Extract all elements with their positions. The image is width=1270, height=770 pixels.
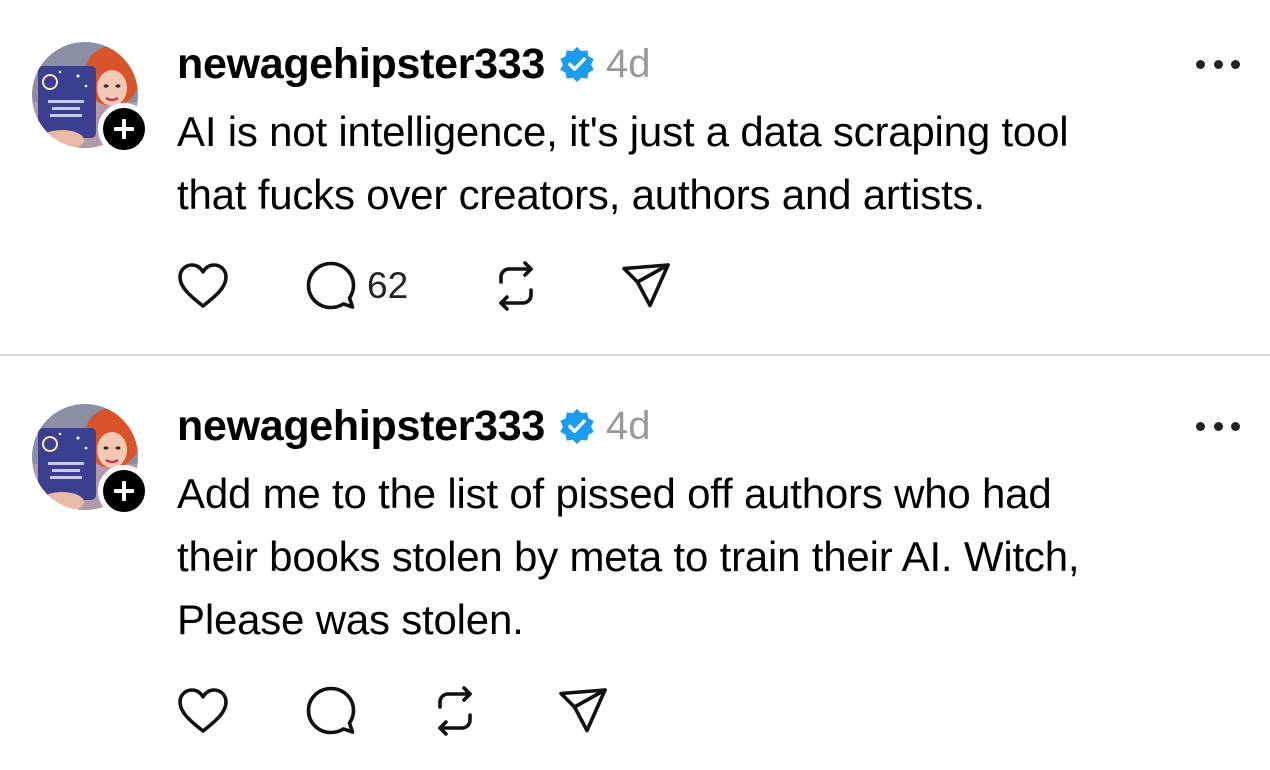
post-body: AI is not intelligence, it's just a data… [177, 100, 1237, 226]
verified-check-icon [560, 408, 594, 445]
repost-arrows-icon [438, 686, 472, 736]
post-body: Add me to the list of pissed off authors… [177, 462, 1237, 651]
plus-icon [114, 481, 134, 501]
more-dots-icon [1213, 421, 1223, 431]
reply-button[interactable]: 62 [305, 259, 491, 313]
post-actions: 62 [177, 259, 680, 313]
more-dots-icon [1231, 421, 1240, 431]
repost-arrows-icon [499, 261, 533, 311]
more-dots-icon [1196, 421, 1205, 431]
speech-bubble-icon [306, 261, 356, 310]
repost-button[interactable] [491, 259, 620, 313]
plus-icon [114, 119, 134, 139]
more-options-button[interactable] [1196, 54, 1240, 74]
reply-count: 62 [367, 265, 409, 306]
more-options-button[interactable] [1196, 416, 1240, 436]
share-button[interactable] [620, 259, 680, 313]
post-header: newagehipster333 4d [177, 36, 651, 92]
speech-bubble-icon [306, 686, 356, 735]
post-text-line: their books stolen by meta to train thei… [177, 533, 1080, 580]
follow-button[interactable] [98, 103, 150, 155]
thread-post[interactable]: newagehipster333 4d Add me to the list o… [0, 356, 1270, 770]
follow-button[interactable] [98, 465, 150, 517]
post-text-line: that fucks over creators, authors and ar… [177, 171, 985, 218]
post-text-line: Add me to the list of pissed off authors… [177, 470, 1052, 517]
like-button[interactable] [177, 684, 305, 738]
post-actions [177, 684, 617, 738]
post-text-line: Please was stolen. [177, 596, 524, 643]
post-header: newagehipster333 4d [177, 398, 651, 454]
more-dots-icon [1196, 59, 1205, 69]
username[interactable]: newagehipster333 [177, 402, 545, 451]
post-timestamp: 4d [606, 403, 651, 448]
reply-button[interactable] [305, 684, 430, 738]
heart-outline-icon [178, 688, 228, 733]
paper-plane-icon [559, 688, 607, 733]
like-button[interactable] [177, 259, 305, 313]
paper-plane-icon [622, 263, 670, 308]
thread-post[interactable]: newagehipster333 4d AI is not intelligen… [0, 0, 1270, 354]
username[interactable]: newagehipster333 [177, 40, 545, 89]
more-dots-icon [1213, 59, 1223, 69]
more-dots-icon [1231, 59, 1240, 69]
heart-outline-icon [178, 263, 228, 308]
share-button[interactable] [557, 684, 617, 738]
repost-button[interactable] [430, 684, 557, 738]
post-timestamp: 4d [606, 41, 651, 86]
verified-check-icon [560, 46, 594, 83]
post-text-line: AI is not intelligence, it's just a data… [177, 108, 1069, 155]
